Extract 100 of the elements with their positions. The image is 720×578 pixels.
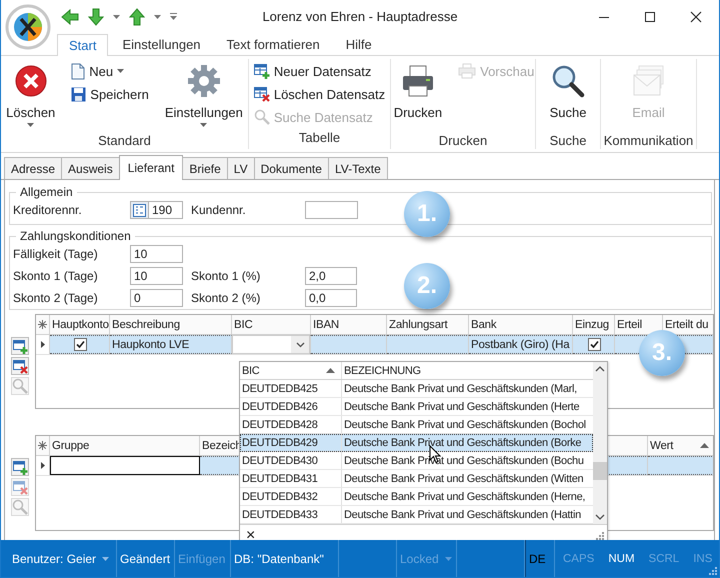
tab[interactable]: LV-Texte [328,157,388,179]
ribbon-tab[interactable]: Start [57,34,108,56]
clear-button[interactable]: × [246,528,256,544]
numbering-button[interactable] [130,201,149,219]
ribbon-button[interactable]: Löschen Datensatz [250,83,390,105]
status-text: Einfügen [178,552,226,566]
list-row[interactable]: DEUTDEDB431 Deutsche Bank Privat und Geschäftskunden (Witten [240,470,593,488]
tab[interactable]: LV [226,157,255,179]
field-label: Kreditorennr. [13,203,83,217]
column-header[interactable]: Gruppe [50,436,200,455]
column-header[interactable]: Wert [648,436,713,455]
table-add-icon [254,64,270,78]
sort-icon [700,443,709,448]
window-title: Lorenz von Ehren - Hauptadresse [262,9,458,24]
input-field[interactable] [50,456,200,475]
column-header[interactable]: Hauptkonto [50,315,110,334]
field-label: Skonto 1 (%) [191,269,262,283]
save-icon [71,86,86,102]
step-badge: 1. [404,191,450,237]
ribbon-button[interactable]: Löschen [1,60,62,132]
gear-icon [186,64,221,98]
caret-icon[interactable] [113,14,120,18]
column-header[interactable]: IBAN [311,315,387,334]
list-row[interactable]: DEUTDEDB432 Deutsche Bank Privat und Geschäftskunden (Herne, [240,488,593,506]
table-cell: Postbank (Giro) (Ha [471,338,570,350]
maximize-icon[interactable] [644,10,656,22]
printer-icon [400,64,435,98]
printer-icon [458,63,476,79]
input-field[interactable] [305,201,358,219]
tab[interactable]: Dokumente [254,157,329,179]
key-indicator: CAPS [563,552,594,564]
step-badge: 3. [639,330,685,376]
close-icon[interactable] [690,10,702,22]
status-text: DB: "Datenbank" [234,552,324,566]
group-label: Tabelle [298,129,342,147]
caret-icon [27,123,34,127]
combo-field[interactable] [232,335,310,354]
table-delete-icon[interactable] [11,357,29,375]
column-header[interactable]: BIC [240,362,342,379]
tab[interactable]: Lieferant [118,155,184,180]
input-field[interactable]: 10 [130,267,183,285]
list-row[interactable]: DEUTDEDB429 Deutsche Bank Privat und Geschäftskunden (Borke [240,434,593,452]
column-header[interactable]: Zahlungsart [387,315,469,334]
input-field[interactable]: 190 [148,201,183,219]
row-pointer-icon [40,341,44,348]
checkbox[interactable] [74,338,87,351]
tab[interactable]: Adresse [4,157,62,179]
ribbon-tab[interactable]: Einstellungen [110,33,213,55]
caret-icon [117,69,124,73]
customize-icon[interactable] [170,13,177,20]
arrow-left-icon[interactable] [61,8,79,24]
numbered-list-icon [133,204,146,216]
ribbon-button[interactable]: Drucken [388,60,448,132]
document-icon [71,62,86,80]
status-text: Geändert [120,552,170,566]
tab[interactable]: Briefe [182,157,228,179]
column-header[interactable]: Beschreibung [110,315,232,334]
input-field[interactable]: 2,0 [305,267,357,285]
scrollbar[interactable] [593,362,607,524]
caret-icon[interactable] [102,556,110,560]
group-label: Drucken [438,132,488,150]
column-header[interactable]: BEZEICHNUNG [342,362,593,379]
field-label: Skonto 1 (Tage) [13,269,99,283]
caret-icon[interactable] [154,14,161,18]
key-indicator: INS [693,552,712,564]
envelope-icon [632,64,666,98]
field-label: Fälligkeit (Tage) [13,247,99,261]
new-row-icon [38,320,47,329]
app-logo[interactable] [5,4,51,50]
list-row[interactable]: DEUTDEDB426 Deutsche Bank Privat und Geschäftskunden (Herte [240,398,593,416]
field-label: Skonto 2 (Tage) [13,291,99,305]
ribbon-button[interactable]: Speichern [67,83,153,105]
ribbon-button[interactable]: Neuer Datensatz [250,60,390,82]
language-indicator: DE [529,552,546,566]
input-field[interactable]: 0,0 [305,289,357,307]
section-legend: Zahlungskonditionen [16,229,135,243]
key-indicator: SCRL [648,552,680,564]
list-row[interactable]: DEUTDEDB425 Deutsche Bank Privat und Geschäftskunden (Marl, [240,380,593,398]
table-add-icon[interactable] [11,458,29,476]
table-add-icon[interactable] [11,337,29,355]
step-badge: 2. [404,263,450,309]
column-header[interactable]: BIC [232,315,311,334]
tab[interactable]: Ausweis [61,157,120,179]
ribbon-button[interactable]: Einstellungen [158,60,249,132]
column-header[interactable]: Bank [469,315,573,334]
checkbox[interactable] [588,338,601,351]
column-header[interactable]: Einzug [573,315,615,334]
section-legend: Allgemein [16,185,77,199]
input-field[interactable]: 0 [130,289,183,307]
ribbon-button[interactable]: Suche [544,60,592,132]
ribbon-tab[interactable]: Text formatieren [214,33,332,55]
input-field[interactable]: 10 [130,245,183,263]
arrow-up-icon[interactable] [129,8,145,26]
group-label: Standard [97,132,152,150]
ribbon-tab[interactable]: Hilfe [334,33,384,55]
ribbon-button[interactable]: Neu [67,60,153,82]
caret-icon [200,123,208,127]
arrow-down-icon[interactable] [88,8,104,26]
status-text[interactable]: Benutzer: Geier [12,552,96,566]
new-row-icon [38,441,47,450]
